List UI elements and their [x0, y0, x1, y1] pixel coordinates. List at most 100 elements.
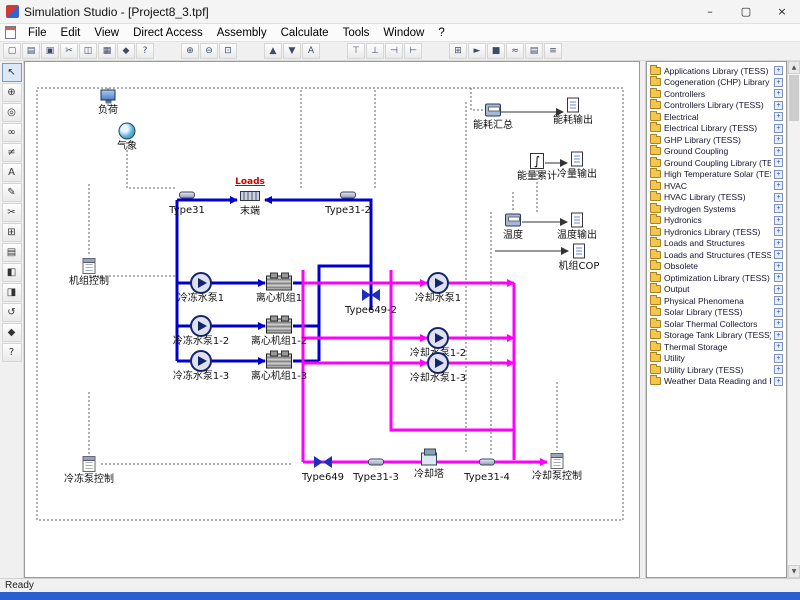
move-up-button[interactable]: ▲: [264, 43, 282, 59]
stop-button[interactable]: ■: [487, 43, 505, 59]
new-button[interactable]: ▢: [3, 43, 21, 59]
menu-item-assembly[interactable]: Assembly: [210, 26, 274, 40]
library-tree-item[interactable]: Controllers Library (TESS)+: [647, 100, 786, 112]
direct-access-button[interactable]: ◆: [117, 43, 135, 59]
pan-tool-button[interactable]: ◎: [2, 103, 22, 122]
library-tree-item[interactable]: Hydronics Library (TESS)+: [647, 226, 786, 238]
library-tree-item[interactable]: Applications Library (TESS)+: [647, 65, 786, 77]
library-tree-item[interactable]: Ground Coupling Library (TESS)+: [647, 157, 786, 169]
zoom-fit-button[interactable]: ⊡: [219, 43, 237, 59]
expand-icon[interactable]: +: [774, 124, 783, 133]
move-down-button[interactable]: ▼: [283, 43, 301, 59]
library-tree-item[interactable]: Solar Thermal Collectors+: [647, 318, 786, 330]
library-tree-item[interactable]: Cogeneration (CHP) Library (TESS)+: [647, 77, 786, 89]
expand-icon[interactable]: +: [774, 89, 783, 98]
title-bar[interactable]: Simulation Studio - [Project8_3.tpf] – ▢…: [0, 0, 800, 24]
list-button[interactable]: ≡: [544, 43, 562, 59]
layers-tool-button[interactable]: ▤: [2, 243, 22, 262]
canvas[interactable]: 负荷气象Type31末端Type31-2能耗汇总能耗输出能量累计冷量输出温度温度…: [24, 61, 640, 578]
expand-icon[interactable]: +: [774, 308, 783, 317]
library-tree-item[interactable]: Solar Library (TESS)+: [647, 307, 786, 319]
panel-scrollbar[interactable]: ▲ ▼: [787, 61, 800, 578]
align-left-button[interactable]: ⊣: [385, 43, 403, 59]
print-button[interactable]: ▦: [98, 43, 116, 59]
expand-icon[interactable]: +: [774, 147, 783, 156]
expand-icon[interactable]: +: [774, 250, 783, 259]
assemble-button[interactable]: ⊞: [449, 43, 467, 59]
scroll-up-button[interactable]: ▲: [788, 61, 800, 74]
expand-icon[interactable]: +: [774, 296, 783, 305]
library-tree-item[interactable]: Electrical+: [647, 111, 786, 123]
zoom-tool-button[interactable]: ⊕: [2, 83, 22, 102]
close-button[interactable]: ×: [764, 0, 800, 23]
align-right-button[interactable]: ⊢: [404, 43, 422, 59]
cut-button[interactable]: ✂: [60, 43, 78, 59]
library-tree-item[interactable]: Electrical Library (TESS)+: [647, 123, 786, 135]
grid-tool-button[interactable]: ⊞: [2, 223, 22, 242]
help-button[interactable]: ?: [136, 43, 154, 59]
expand-icon[interactable]: +: [774, 135, 783, 144]
connect-tool-button[interactable]: ∞: [2, 123, 22, 142]
scroll-down-button[interactable]: ▼: [788, 565, 800, 578]
expand-icon[interactable]: +: [774, 377, 783, 386]
expand-icon[interactable]: +: [774, 112, 783, 121]
expand-icon[interactable]: +: [774, 204, 783, 213]
menu-item-view[interactable]: View: [87, 26, 126, 40]
library-tree-item[interactable]: Physical Phenomena+: [647, 295, 786, 307]
send-back-tool-button[interactable]: ◨: [2, 283, 22, 302]
minimize-button[interactable]: –: [692, 0, 728, 23]
expand-icon[interactable]: +: [774, 262, 783, 271]
library-tree-item[interactable]: Loads and Structures (TESS)+: [647, 249, 786, 261]
library-tree-item[interactable]: Controllers+: [647, 88, 786, 100]
menu-item-direct-access[interactable]: Direct Access: [126, 26, 210, 40]
run-button[interactable]: ►: [468, 43, 486, 59]
select-tool-button[interactable]: ↖: [2, 63, 22, 82]
expand-icon[interactable]: +: [774, 78, 783, 87]
menu-item-tools[interactable]: Tools: [336, 26, 377, 40]
text-tool-button[interactable]: A: [2, 163, 22, 182]
expand-icon[interactable]: +: [774, 331, 783, 340]
library-tree-item[interactable]: Weather Data Reading and Process+: [647, 376, 786, 388]
menu-item-calculate[interactable]: Calculate: [274, 26, 336, 40]
expand-icon[interactable]: +: [774, 158, 783, 167]
library-tree-item[interactable]: Hydronics+: [647, 215, 786, 227]
menu-item-?[interactable]: ?: [431, 26, 451, 40]
zoom-out-button[interactable]: ⊖: [200, 43, 218, 59]
library-tree-item[interactable]: Storage Tank Library (TESS)+: [647, 330, 786, 342]
scroll-thumb[interactable]: [789, 75, 799, 121]
expand-icon[interactable]: +: [774, 227, 783, 236]
library-tree-item[interactable]: HVAC Library (TESS)+: [647, 192, 786, 204]
plot-button[interactable]: ≈: [506, 43, 524, 59]
maximize-button[interactable]: ▢: [728, 0, 764, 23]
copy-button[interactable]: ◫: [79, 43, 97, 59]
expand-icon[interactable]: +: [774, 285, 783, 294]
save-button[interactable]: ▣: [41, 43, 59, 59]
erase-tool-button[interactable]: ✂: [2, 203, 22, 222]
expand-icon[interactable]: +: [774, 181, 783, 190]
menu-item-window[interactable]: Window: [376, 26, 431, 40]
expand-icon[interactable]: +: [774, 319, 783, 328]
align-bottom-button[interactable]: ⊥: [366, 43, 384, 59]
library-tree-item[interactable]: HVAC+: [647, 180, 786, 192]
align-top-button[interactable]: ⊤: [347, 43, 365, 59]
expand-icon[interactable]: +: [774, 170, 783, 179]
pencil-tool-button[interactable]: ✎: [2, 183, 22, 202]
help-tool-button[interactable]: ?: [2, 343, 22, 362]
settings-tool-button[interactable]: ◆: [2, 323, 22, 342]
library-tree-item[interactable]: GHP Library (TESS)+: [647, 134, 786, 146]
sort-button[interactable]: A: [302, 43, 320, 59]
library-tree-item[interactable]: Thermal Storage+: [647, 341, 786, 353]
library-tree-item[interactable]: Obsolete+: [647, 261, 786, 273]
disconnect-tool-button[interactable]: ≠: [2, 143, 22, 162]
expand-icon[interactable]: +: [774, 193, 783, 202]
zoom-in-button[interactable]: ⊕: [181, 43, 199, 59]
menu-item-edit[interactable]: Edit: [54, 26, 88, 40]
library-tree-item[interactable]: Utility+: [647, 353, 786, 365]
bring-front-tool-button[interactable]: ◧: [2, 263, 22, 282]
expand-icon[interactable]: +: [774, 66, 783, 75]
library-tree-item[interactable]: Ground Coupling+: [647, 146, 786, 158]
menu-item-file[interactable]: File: [21, 26, 54, 40]
expand-icon[interactable]: +: [774, 342, 783, 351]
library-tree-item[interactable]: Hydrogen Systems+: [647, 203, 786, 215]
open-button[interactable]: ▤: [22, 43, 40, 59]
